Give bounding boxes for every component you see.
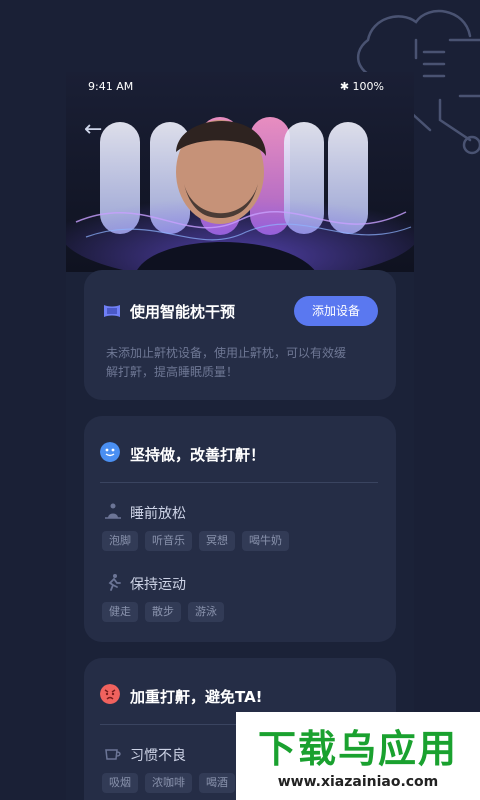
angry-face-icon [100,684,120,704]
improve-card-title: 坚持做，改善打鼾！ [130,446,266,464]
meditation-icon [105,503,121,519]
tag-item[interactable]: 游泳 [188,602,224,622]
exercise-section-label: 保持运动 [130,577,186,593]
arrow-left-icon: ← [84,117,103,142]
status-bar: 9:41 AM ✱ 100% [66,72,414,100]
status-time: 9:41 AM [88,80,134,93]
tag-item[interactable]: 浓咖啡 [145,773,192,793]
watermark-url: www.xiazainiao.com [277,774,439,790]
tag-item[interactable]: 喝牛奶 [242,531,289,551]
improve-card: 坚持做，改善打鼾！ 睡前放松 泡脚 听音乐 冥想 喝牛奶 保持运动 健走 散步 … [84,416,396,642]
status-battery: ✱ 100% [339,80,384,93]
smile-face-icon [100,442,120,462]
bad-habit-section-label: 习惯不良 [130,748,186,764]
watermark-title: 下载乌应用 [257,727,458,771]
worsen-card-title: 加重打鼾，避免TA! [130,688,263,706]
tag-item[interactable]: 喝酒 [199,773,235,793]
watermark: 下载乌应用 www.xiazainiao.com [236,712,480,800]
back-button[interactable]: ← [84,117,103,142]
tag-item[interactable]: 泡脚 [102,531,138,551]
tag-item[interactable]: 听音乐 [145,531,192,551]
cup-icon [105,749,121,760]
tag-item[interactable]: 健走 [102,602,138,622]
hero-banner: 9:41 AM ✱ 100% ← [66,72,414,272]
relax-section-label: 睡前放松 [130,506,186,522]
running-icon [108,574,121,591]
bad-habit-tags: 吸烟 浓咖啡 喝酒 [102,773,235,793]
hero-illustration [66,72,414,272]
tag-item[interactable]: 冥想 [199,531,235,551]
device-card-title: 使用智能枕干预 [130,303,236,321]
divider [100,482,378,483]
pillow-icon [104,305,120,317]
device-card-description: 未添加止鼾枕设备，使用止鼾枕，可以有效缓解打鼾，提高睡眠质量！ [106,346,347,379]
exercise-tags: 健走 散步 游泳 [102,602,224,622]
relax-tags: 泡脚 听音乐 冥想 喝牛奶 [102,531,289,551]
tag-item[interactable]: 散步 [145,602,181,622]
add-device-button[interactable]: 添加设备 [294,296,378,326]
phone-screen: 9:41 AM ✱ 100% ← 使用智能枕干预 添加设备 未添加止鼾枕设备，使… [66,72,414,800]
device-card: 使用智能枕干预 添加设备 未添加止鼾枕设备，使用止鼾枕，可以有效缓解打鼾，提高睡… [84,270,396,400]
tag-item[interactable]: 吸烟 [102,773,138,793]
